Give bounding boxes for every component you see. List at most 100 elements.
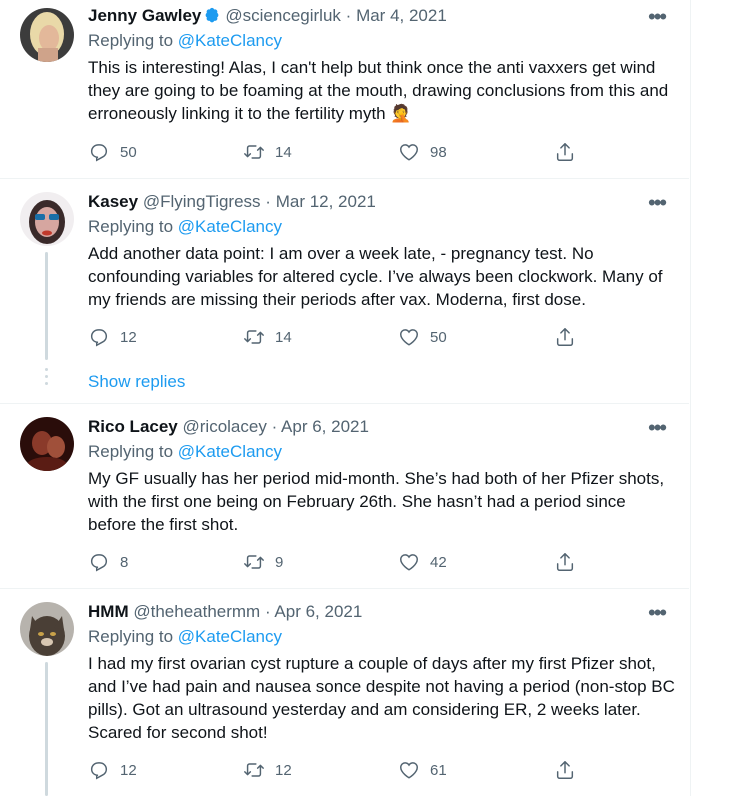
- reply-button[interactable]: 8: [88, 549, 128, 575]
- retweet-icon: [243, 326, 265, 348]
- tweet-header: Kasey @FlyingTigress · Mar 12, 2021: [88, 192, 376, 212]
- share-button[interactable]: [554, 757, 586, 783]
- retweet-icon: [243, 759, 265, 781]
- avatar[interactable]: [20, 602, 74, 656]
- retweet-icon: [243, 141, 265, 163]
- reply-count: 12: [120, 761, 137, 779]
- tweet-header: HMM @theheathermm · Apr 6, 2021: [88, 602, 362, 622]
- tweet-date[interactable]: Mar 4, 2021: [356, 6, 447, 25]
- share-icon: [554, 759, 576, 781]
- retweet-count: 14: [275, 328, 292, 346]
- tweet-date[interactable]: Apr 6, 2021: [281, 417, 369, 436]
- like-icon: [398, 326, 420, 348]
- mention-link[interactable]: @KateClancy: [178, 217, 282, 236]
- retweet-count: 12: [275, 761, 292, 779]
- retweet-button[interactable]: 9: [243, 549, 283, 575]
- tweet-actions: 12 14 50: [88, 324, 588, 350]
- share-button[interactable]: [554, 139, 586, 165]
- author-name[interactable]: Jenny Gawley: [88, 6, 201, 25]
- replying-to: Replying to @KateClancy: [88, 442, 282, 462]
- author-handle[interactable]: @ricolacey: [183, 417, 267, 436]
- mention-link[interactable]: @KateClancy: [178, 31, 282, 50]
- tweet-actions: 50 14 98: [88, 139, 588, 165]
- separator-dot: ·: [345, 6, 352, 25]
- author-handle[interactable]: @FlyingTigress: [143, 192, 261, 211]
- tweet-text: This is interesting! Alas, I can't help …: [88, 58, 669, 123]
- reply-button[interactable]: 12: [88, 757, 137, 783]
- like-count: 98: [430, 143, 447, 161]
- tweet-header: Jenny Gawley @sciencegirluk · Mar 4, 2021: [88, 6, 447, 26]
- tweet-card[interactable]: Jenny Gawley @sciencegirluk · Mar 4, 2021…: [0, 0, 689, 179]
- tweet-text: I had my first ovarian cyst rupture a co…: [88, 654, 675, 742]
- tweet-date[interactable]: Mar 12, 2021: [276, 192, 376, 211]
- show-replies-link[interactable]: Show replies: [88, 372, 185, 392]
- separator-dot: ·: [271, 417, 278, 436]
- like-count: 50: [430, 328, 447, 346]
- author-handle[interactable]: @sciencegirluk: [225, 6, 341, 25]
- thread-connector: [45, 252, 48, 360]
- retweet-button[interactable]: 14: [243, 324, 292, 350]
- avatar[interactable]: [20, 192, 74, 246]
- retweet-icon: [243, 551, 265, 573]
- like-button[interactable]: 98: [398, 139, 447, 165]
- separator-dot: ·: [264, 602, 271, 621]
- replying-to-label: Replying to: [88, 627, 178, 646]
- like-count: 42: [430, 553, 447, 571]
- tweet-text: Add another data point: I am over a week…: [88, 244, 663, 309]
- reply-icon: [88, 759, 110, 781]
- author-handle[interactable]: @theheathermm: [133, 602, 260, 621]
- share-button[interactable]: [554, 324, 586, 350]
- replying-to-label: Replying to: [88, 31, 178, 50]
- avatar[interactable]: [20, 8, 74, 62]
- like-icon: [398, 141, 420, 163]
- tweet-date[interactable]: Apr 6, 2021: [274, 602, 362, 621]
- tweet-actions: 8 9 42: [88, 549, 588, 575]
- reply-icon: [88, 326, 110, 348]
- like-button[interactable]: 42: [398, 549, 447, 575]
- more-options-icon[interactable]: •••: [648, 415, 667, 441]
- replying-to: Replying to @KateClancy: [88, 31, 282, 51]
- replying-to: Replying to @KateClancy: [88, 217, 282, 237]
- thread-connector: [45, 662, 48, 796]
- avatar[interactable]: [20, 417, 74, 471]
- reply-thread-feed: Jenny Gawley @sciencegirluk · Mar 4, 2021…: [0, 0, 691, 796]
- more-options-icon[interactable]: •••: [648, 4, 667, 30]
- like-icon: [398, 759, 420, 781]
- share-icon: [554, 326, 576, 348]
- author-name[interactable]: Kasey: [88, 192, 138, 211]
- author-name[interactable]: HMM: [88, 602, 129, 621]
- retweet-count: 9: [275, 553, 284, 571]
- tweet-card[interactable]: HMM @theheathermm · Apr 6, 2021 ••• Repl…: [0, 588, 689, 796]
- share-icon: [554, 551, 576, 573]
- reply-count: 12: [120, 328, 137, 346]
- thread-dots: [45, 368, 48, 389]
- share-button[interactable]: [554, 549, 586, 575]
- like-count: 61: [430, 761, 447, 779]
- verified-badge-icon: [203, 6, 221, 24]
- tweet-header: Rico Lacey @ricolacey · Apr 6, 2021: [88, 417, 369, 437]
- more-options-icon[interactable]: •••: [648, 190, 667, 216]
- separator-dot: ·: [265, 192, 271, 211]
- more-options-icon[interactable]: •••: [648, 600, 667, 626]
- author-name[interactable]: Rico Lacey: [88, 417, 178, 436]
- tweet-actions: 12 12 61: [88, 757, 588, 783]
- mention-link[interactable]: @KateClancy: [178, 442, 282, 461]
- tweet-card[interactable]: Rico Lacey @ricolacey · Apr 6, 2021 ••• …: [0, 403, 689, 589]
- reply-button[interactable]: 12: [88, 324, 137, 350]
- like-icon: [398, 551, 420, 573]
- mention-link[interactable]: @KateClancy: [178, 627, 282, 646]
- reply-count: 8: [120, 553, 129, 571]
- tweet-card[interactable]: Kasey @FlyingTigress · Mar 12, 2021 ••• …: [0, 178, 689, 404]
- like-button[interactable]: 61: [398, 757, 447, 783]
- reply-button[interactable]: 50: [88, 139, 137, 165]
- retweet-button[interactable]: 14: [243, 139, 292, 165]
- like-button[interactable]: 50: [398, 324, 447, 350]
- replying-to-label: Replying to: [88, 442, 178, 461]
- retweet-button[interactable]: 12: [243, 757, 292, 783]
- share-icon: [554, 141, 576, 163]
- replying-to: Replying to @KateClancy: [88, 627, 282, 647]
- reply-count: 50: [120, 143, 137, 161]
- reply-icon: [88, 141, 110, 163]
- replying-to-label: Replying to: [88, 217, 178, 236]
- retweet-count: 14: [275, 143, 292, 161]
